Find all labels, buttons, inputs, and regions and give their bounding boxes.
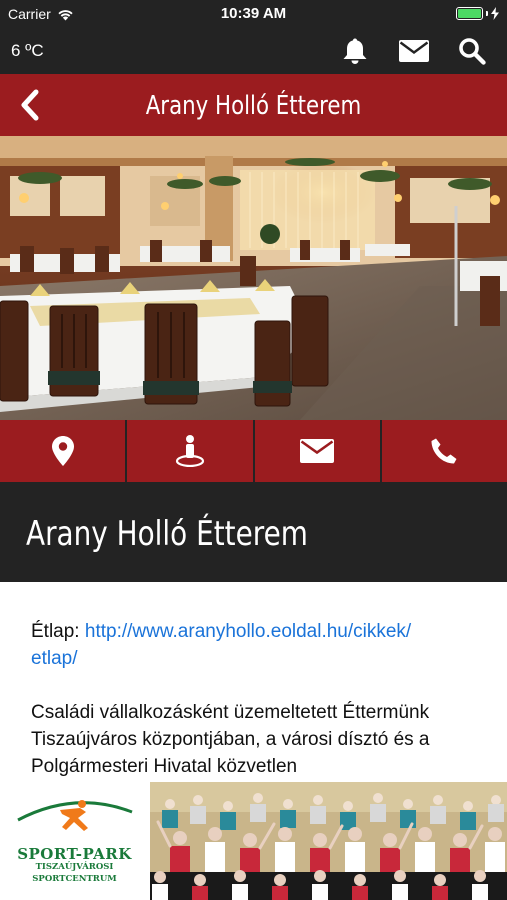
dancers-photo	[150, 782, 507, 900]
envelope-icon	[300, 439, 335, 463]
bell-icon	[343, 38, 367, 64]
chevron-left-icon	[21, 89, 39, 121]
title-bar: Arany Holló Étterem	[0, 74, 507, 136]
map-pin-icon	[51, 436, 74, 466]
venue-name: Arany Holló Étterem	[26, 514, 308, 554]
menu-link-line1: http://www.aranyhollo.eoldal.hu/cikkek/	[84, 621, 412, 642]
sport-park-logo: SPORT-PARK TISZAÚJVÁROSI SPORTCENTRUM	[0, 782, 150, 900]
action-bar	[0, 420, 507, 482]
venue-name-bar: Arany Holló Étterem	[0, 482, 507, 582]
ad-banner[interactable]: SPORT-PARK TISZAÚJVÁROSI SPORTCENTRUM	[0, 782, 507, 900]
guide-button[interactable]	[127, 420, 255, 482]
messages-button[interactable]	[399, 36, 429, 66]
charging-bolt-icon	[491, 7, 499, 20]
description-paragraph: Családi vállalkozásként üzemeltetett Étt…	[31, 699, 476, 780]
venue-description: Étlap: http://www.aranyhollo.eoldal.hu/c…	[0, 582, 507, 782]
menu-link[interactable]: http://www.aranyhollo.eoldal.hu/cikkek/e…	[31, 621, 411, 669]
person-on-map-icon	[175, 435, 204, 467]
search-icon	[459, 38, 486, 65]
notifications-button[interactable]	[340, 36, 370, 66]
search-button[interactable]	[457, 36, 487, 66]
phone-icon	[431, 438, 457, 464]
description-line-2: Tiszaújváros központjában, a városi dísz…	[31, 729, 430, 750]
ad-subtitle-2: SPORTCENTRUM	[32, 874, 117, 884]
temperature-readout: 6 ºC	[11, 41, 44, 60]
status-bar: Carrier 10:39 AM	[0, 0, 507, 28]
ad-brand: SPORT-PARK	[17, 845, 132, 863]
top-toolbar: 6 ºC	[0, 28, 507, 74]
menu-paragraph: Étlap: http://www.aranyhollo.eoldal.hu/c…	[31, 618, 476, 672]
page-title: Arany Holló Étterem	[145, 91, 362, 121]
location-button[interactable]	[0, 420, 128, 482]
menu-label: Étlap:	[31, 621, 85, 642]
call-button[interactable]	[382, 420, 507, 482]
battery-indicator	[456, 7, 499, 20]
back-button[interactable]	[14, 88, 46, 122]
description-line-1: Családi vállalkozásként üzemeltetett Étt…	[31, 702, 430, 723]
battery-icon	[456, 7, 483, 20]
menu-link-line2: etlap/	[31, 648, 78, 669]
status-time: 10:39 AM	[220, 5, 287, 22]
envelope-icon	[399, 40, 429, 62]
ad-subtitle-1: TISZAÚJVÁROSI	[35, 862, 114, 872]
email-button[interactable]	[255, 420, 382, 482]
restaurant-photo	[0, 136, 507, 420]
description-line-3: Polgármesteri Hivatal közvetlen	[31, 756, 298, 777]
